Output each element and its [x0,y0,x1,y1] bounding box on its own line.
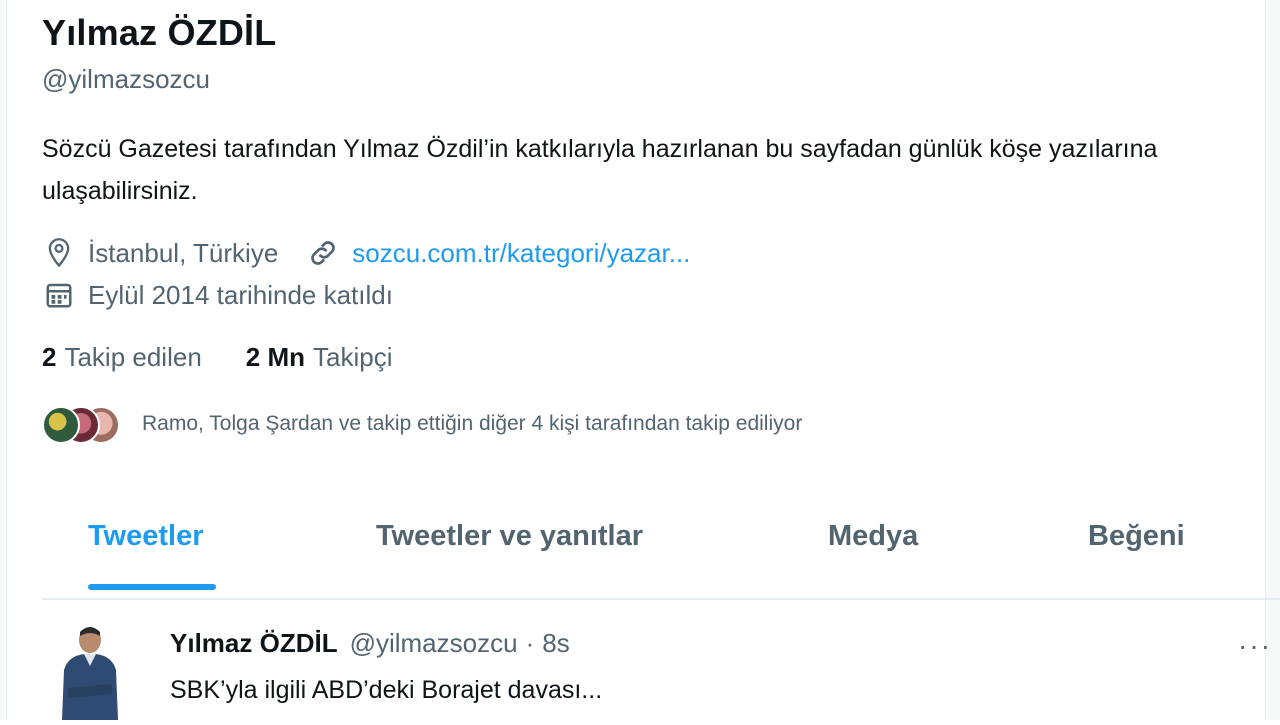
calendar-icon [42,278,76,312]
profile-bio: Sözcü Gazetesi tarafından Yılmaz Özdil’i… [42,135,1158,205]
tweet-author-handle[interactable]: @yilmazsozcu [350,628,518,659]
profile-stats: 2 Takip edilen 2 Mn Takipçi [42,342,437,373]
tab-tweets[interactable]: Tweetler [88,520,204,553]
followers-label: Takipçi [313,342,393,372]
tab-media[interactable]: Medya [828,520,918,553]
following-stat[interactable]: 2 Takip edilen [42,342,202,373]
following-count: 2 [42,342,57,372]
profile-handle: @yilmazsozcu [42,64,210,94]
profile-location: İstanbul, Türkiye [88,237,279,268]
profile-joined-row: Eylül 2014 tarihinde katıldı [42,278,393,312]
profile-tabs: Tweetler Tweetler ve yanıtlar Medya Beğe… [42,500,1280,600]
followers-count: 2 Mn [245,342,306,372]
tweet[interactable]: Yılmaz ÖZDİL @yilmazsozcu · 8s ··· SBK’y… [42,600,1280,720]
profile-name: Yılmaz ÖZDİL [42,12,277,53]
avatar[interactable] [54,618,126,720]
tab-likes[interactable]: Beğeni [1088,520,1185,553]
tweet-time[interactable]: 8s [542,628,569,659]
followed-by-avatars [42,404,122,444]
profile-joined-date: Eylül 2014 tarihinde katıldı [88,279,393,310]
avatar [42,406,80,444]
followed-by-row[interactable]: Ramo, Tolga Şardan ve takip ettiğin diğe… [42,404,802,444]
more-icon[interactable]: ··· [1238,630,1272,662]
followed-by-text: Ramo, Tolga Şardan ve takip ettiğin diğe… [142,412,803,435]
profile-meta-row: İstanbul, Türkiye sozcu.com.tr/kategori/… [42,236,690,270]
link-icon [306,236,340,270]
tweet-header: Yılmaz ÖZDİL @yilmazsozcu · 8s [170,628,570,659]
tweet-text: SBK’yla ilgili ABD’deki Borajet davası..… [170,676,603,704]
tweet-author-name[interactable]: Yılmaz ÖZDİL [170,628,338,659]
location-icon [42,236,76,270]
profile-website-link[interactable]: sozcu.com.tr/kategori/yazar... [352,238,690,269]
followers-stat[interactable]: 2 Mn Takipçi [246,342,393,373]
active-tab-indicator [88,584,216,590]
following-label: Takip edilen [64,342,202,372]
tab-tweets-and-replies[interactable]: Tweetler ve yanıtlar [376,520,643,553]
tweet-separator: · [525,628,535,658]
page-left-edge [0,0,7,720]
